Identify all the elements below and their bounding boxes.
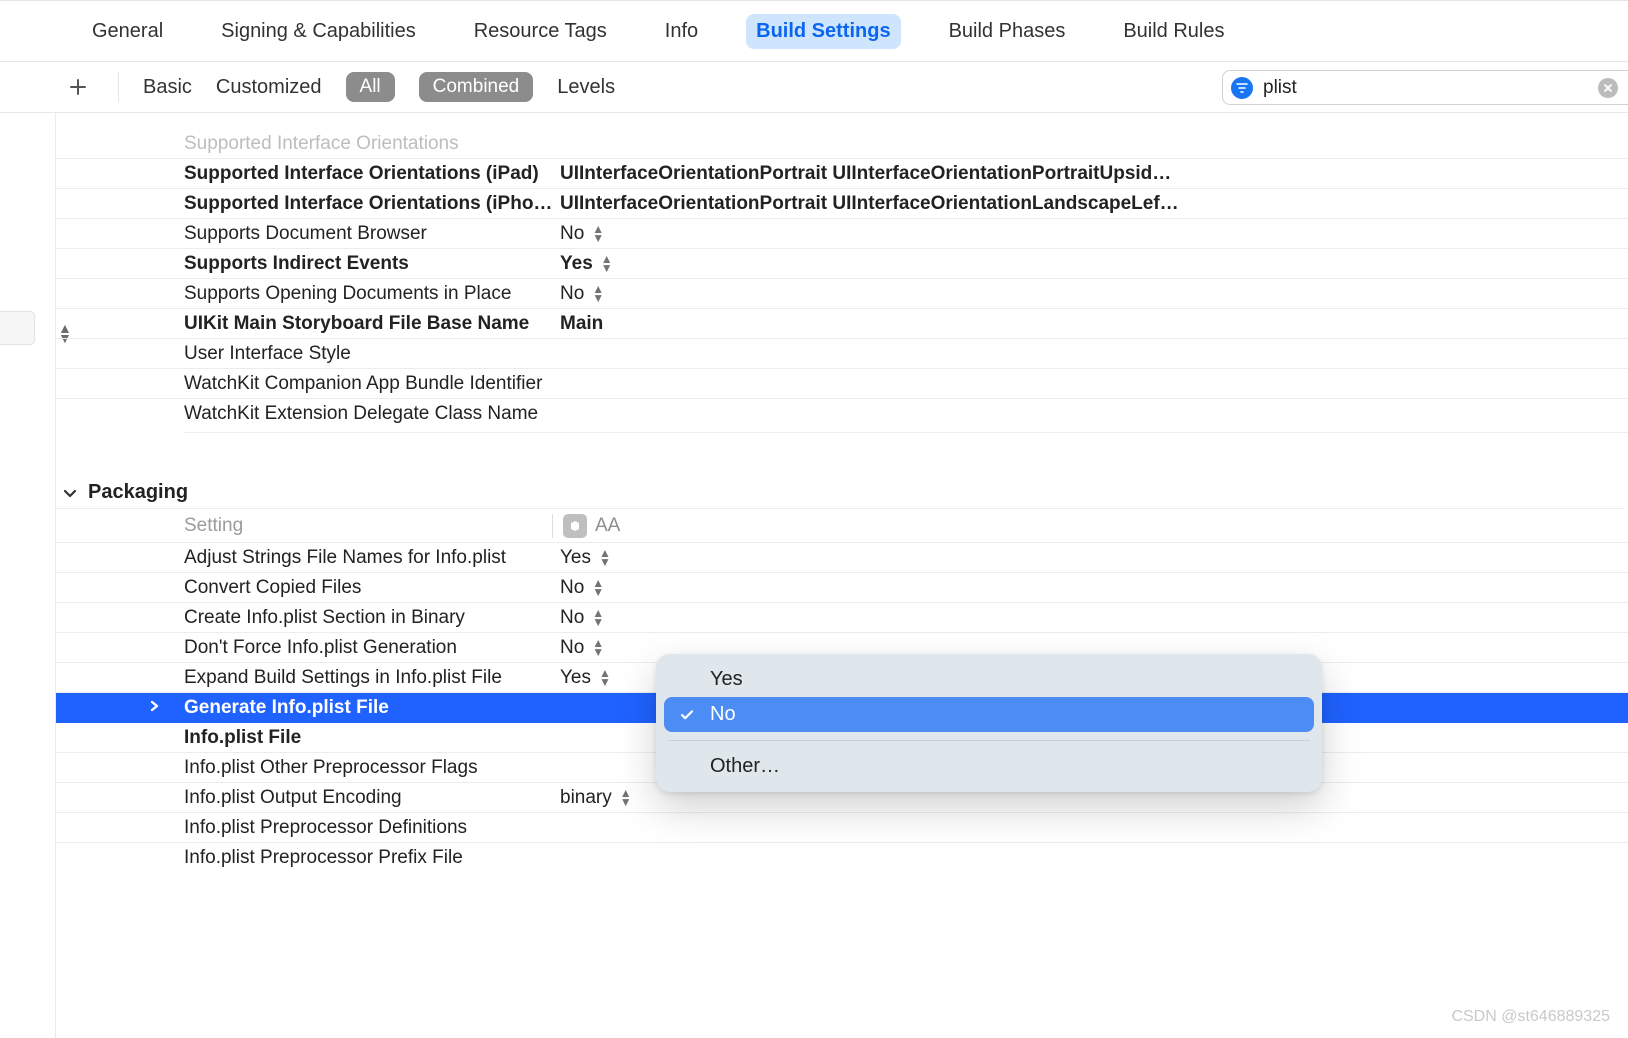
- stepper-icon: ▲▼: [592, 639, 604, 656]
- setting-value[interactable]: UIInterfaceOrientationPortrait UIInterfa…: [556, 163, 1628, 185]
- setting-name: Adjust Strings File Names for Info.plist: [56, 547, 556, 569]
- search-input[interactable]: [1263, 77, 1588, 99]
- column-divider: [552, 514, 553, 538]
- setting-name: WatchKit Companion App Bundle Identifier: [56, 373, 556, 395]
- setting-name: Info.plist Preprocessor Definitions: [56, 817, 556, 839]
- setting-name: Supports Indirect Events: [56, 253, 556, 275]
- tab-signing-capabilities[interactable]: Signing & Capabilities: [211, 14, 426, 49]
- stepper-icon: ▲▼: [592, 285, 604, 302]
- filter-customized[interactable]: Customized: [216, 76, 322, 99]
- search-field-wrap: [1222, 70, 1628, 105]
- app-target-icon: [563, 514, 587, 538]
- filter-icon[interactable]: [1231, 77, 1253, 99]
- top-section-table: Supported Interface Orientations Support…: [56, 113, 1628, 433]
- tab-resource-tags[interactable]: Resource Tags: [464, 14, 617, 49]
- section-title: Packaging: [88, 481, 188, 504]
- filter-levels[interactable]: Levels: [557, 76, 615, 99]
- dropdown-option-other[interactable]: Other…: [664, 749, 1314, 784]
- setting-value[interactable]: No▲▼: [556, 223, 1628, 245]
- setting-value[interactable]: Yes▲▼: [556, 547, 1628, 569]
- add-build-setting-button[interactable]: [62, 71, 94, 103]
- build-settings-filter-bar: Basic Customized All Combined Levels: [0, 62, 1628, 113]
- setting-name: Info.plist Output Encoding: [56, 787, 556, 809]
- watermark: CSDN @st646889325: [1451, 1008, 1610, 1026]
- close-icon: [1603, 83, 1613, 93]
- setting-name: Don't Force Info.plist Generation: [56, 637, 556, 659]
- setting-value[interactable]: No▲▼: [556, 283, 1628, 305]
- divider: [118, 72, 119, 102]
- setting-row[interactable]: Info.plist Preprocessor Prefix File: [56, 843, 1628, 873]
- setting-name: Convert Copied Files: [56, 577, 556, 599]
- settings-content: Supported Interface Orientations Support…: [56, 113, 1628, 1038]
- setting-name: WatchKit Extension Delegate Class Name: [56, 403, 556, 425]
- setting-value[interactable]: No▲▼: [556, 577, 1628, 599]
- setting-name: User Interface Style: [56, 343, 556, 365]
- setting-row[interactable]: Supports Indirect Events Yes▲▼: [56, 249, 1628, 279]
- targets-gutter: [0, 113, 56, 1038]
- setting-row[interactable]: UIKit Main Storyboard File Base Name Mai…: [56, 309, 1628, 339]
- filter-combined[interactable]: Combined: [419, 72, 534, 102]
- setting-row[interactable]: WatchKit Extension Delegate Class Name: [56, 399, 1628, 429]
- filter-basic[interactable]: Basic: [143, 76, 192, 99]
- stepper-icon: ▲▼: [599, 549, 611, 566]
- targets-collapsed-handle[interactable]: [0, 311, 35, 345]
- setting-name: Generate Info.plist File: [184, 697, 389, 719]
- setting-row[interactable]: User Interface Style: [56, 339, 1628, 369]
- clear-search-button[interactable]: [1598, 78, 1618, 98]
- chevron-down-icon: [62, 485, 78, 501]
- setting-name: Create Info.plist Section in Binary: [56, 607, 556, 629]
- dropdown-option-yes[interactable]: Yes: [664, 662, 1314, 697]
- chevron-right-icon[interactable]: [147, 697, 161, 719]
- setting-name: Info.plist Preprocessor Prefix File: [56, 847, 556, 869]
- dropdown-separator: [668, 740, 1310, 741]
- tab-build-phases[interactable]: Build Phases: [939, 14, 1076, 49]
- stepper-icon: ▲▼: [599, 669, 611, 686]
- setting-value[interactable]: UIInterfaceOrientationPortrait UIInterfa…: [556, 193, 1628, 215]
- setting-value[interactable]: No▲▼: [556, 607, 1628, 629]
- setting-name: UIKit Main Storyboard File Base Name: [56, 313, 556, 335]
- setting-name: Supported Interface Orientations (iPad): [56, 163, 556, 185]
- setting-row[interactable]: Supports Document Browser No▲▼: [56, 219, 1628, 249]
- plus-icon: [68, 77, 88, 97]
- setting-name: Expand Build Settings in Info.plist File: [56, 667, 556, 689]
- tab-build-rules[interactable]: Build Rules: [1113, 14, 1234, 49]
- main-area: ▲▼ Supported Interface Orientations Supp…: [0, 113, 1628, 1038]
- setting-name: Info.plist Other Preprocessor Flags: [56, 757, 556, 779]
- setting-value[interactable]: Yes▲▼: [556, 253, 1628, 275]
- stepper-icon: ▲▼: [592, 579, 604, 596]
- setting-row[interactable]: Info.plist Preprocessor Definitions: [56, 813, 1628, 843]
- stepper-icon: ▲▼: [601, 255, 613, 272]
- setting-row[interactable]: Adjust Strings File Names for Info.plist…: [56, 543, 1628, 573]
- dropdown-option-no[interactable]: No: [664, 697, 1314, 732]
- section-packaging-header[interactable]: Packaging: [56, 477, 1624, 509]
- value-dropdown-popover: Yes No Other…: [656, 654, 1322, 792]
- tab-build-settings[interactable]: Build Settings: [746, 14, 900, 49]
- project-editor-tabs: General Signing & Capabilities Resource …: [0, 0, 1628, 62]
- setting-name: Supports Document Browser: [56, 223, 556, 245]
- setting-row[interactable]: Supports Opening Documents in Place No▲▼: [56, 279, 1628, 309]
- setting-row[interactable]: Supported Interface Orientations (iPad) …: [56, 159, 1628, 189]
- stepper-icon: ▲▼: [592, 225, 604, 242]
- setting-name: Info.plist File: [56, 727, 556, 749]
- packaging-column-header: Setting AA: [56, 509, 1628, 543]
- tab-general[interactable]: General: [82, 14, 173, 49]
- column-setting-label: Setting: [56, 515, 556, 537]
- target-short-label: AA: [595, 515, 620, 537]
- setting-row[interactable]: Supported Interface Orientations (iPhone…: [56, 189, 1628, 219]
- setting-value[interactable]: Main: [556, 313, 1628, 335]
- tab-info[interactable]: Info: [655, 14, 708, 49]
- setting-name: Supported Interface Orientations (iPhone…: [56, 193, 556, 215]
- setting-row[interactable]: WatchKit Companion App Bundle Identifier: [56, 369, 1628, 399]
- check-icon: [678, 707, 696, 723]
- stepper-icon: ▲▼: [620, 789, 632, 806]
- setting-row[interactable]: Create Info.plist Section in Binary No▲▼: [56, 603, 1628, 633]
- setting-row[interactable]: Convert Copied Files No▲▼: [56, 573, 1628, 603]
- setting-name: Supports Opening Documents in Place: [56, 283, 556, 305]
- stepper-icon: ▲▼: [592, 609, 604, 626]
- filter-all[interactable]: All: [346, 72, 395, 102]
